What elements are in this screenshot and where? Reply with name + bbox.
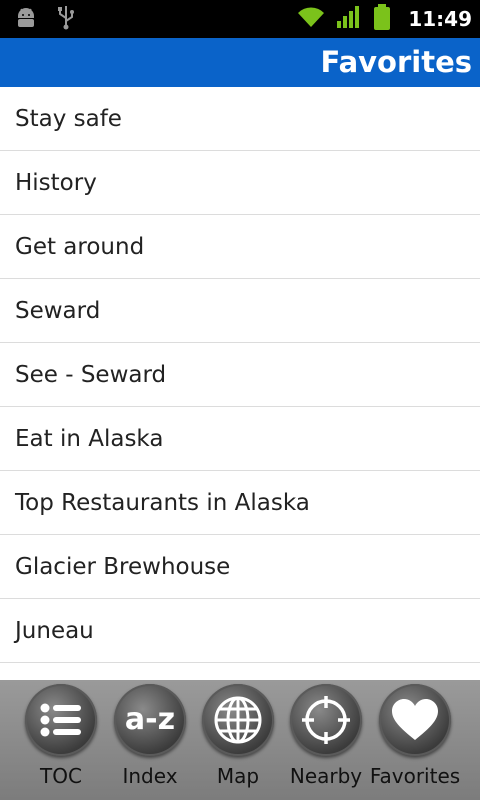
nav-label-favorites: Favorites (369, 764, 461, 788)
nav-button-nearby[interactable]: Nearby (282, 684, 370, 796)
globe-icon (202, 684, 274, 756)
heart-icon (379, 684, 451, 756)
nav-button-toc[interactable]: TOC (17, 684, 105, 796)
nav-button-index[interactable]: a-z Index (106, 684, 194, 796)
list-item[interactable]: History (0, 151, 480, 215)
page-title: Favorites (320, 45, 472, 79)
list-icon (25, 684, 97, 756)
favorites-list: Stay safe History Get around Seward See … (0, 87, 480, 680)
nav-button-favorites[interactable]: Favorites (369, 684, 461, 796)
list-item[interactable]: See - Seward (0, 343, 480, 407)
battery-icon (372, 3, 392, 35)
status-time: 11:49 (408, 7, 472, 31)
list-item[interactable]: Juneau (0, 599, 480, 663)
usb-icon (56, 4, 76, 34)
list-item[interactable]: Eat in Alaska (0, 407, 480, 471)
nav-label-nearby: Nearby (289, 764, 363, 788)
title-bar: Favorites (0, 38, 480, 88)
status-bar: 11:49 (0, 0, 480, 38)
signal-icon (336, 5, 362, 33)
nav-label-toc: TOC (40, 764, 82, 788)
list-item[interactable]: Get around (0, 215, 480, 279)
list-item[interactable]: Top Restaurants in Alaska (0, 471, 480, 535)
list-item[interactable] (0, 663, 480, 680)
bottom-nav-bar: TOC a-z Index Map Nearby Favorites (0, 680, 480, 800)
list-item[interactable]: Seward (0, 279, 480, 343)
android-debug-icon (14, 5, 38, 33)
nav-label-map: Map (216, 764, 260, 788)
nav-button-map[interactable]: Map (194, 684, 282, 796)
list-item[interactable]: Stay safe (0, 87, 480, 151)
nav-label-index: Index (122, 764, 178, 788)
list-item[interactable]: Glacier Brewhouse (0, 535, 480, 599)
wifi-icon (296, 5, 326, 33)
crosshair-icon (290, 684, 362, 756)
a-z-icon: a-z (114, 684, 186, 756)
